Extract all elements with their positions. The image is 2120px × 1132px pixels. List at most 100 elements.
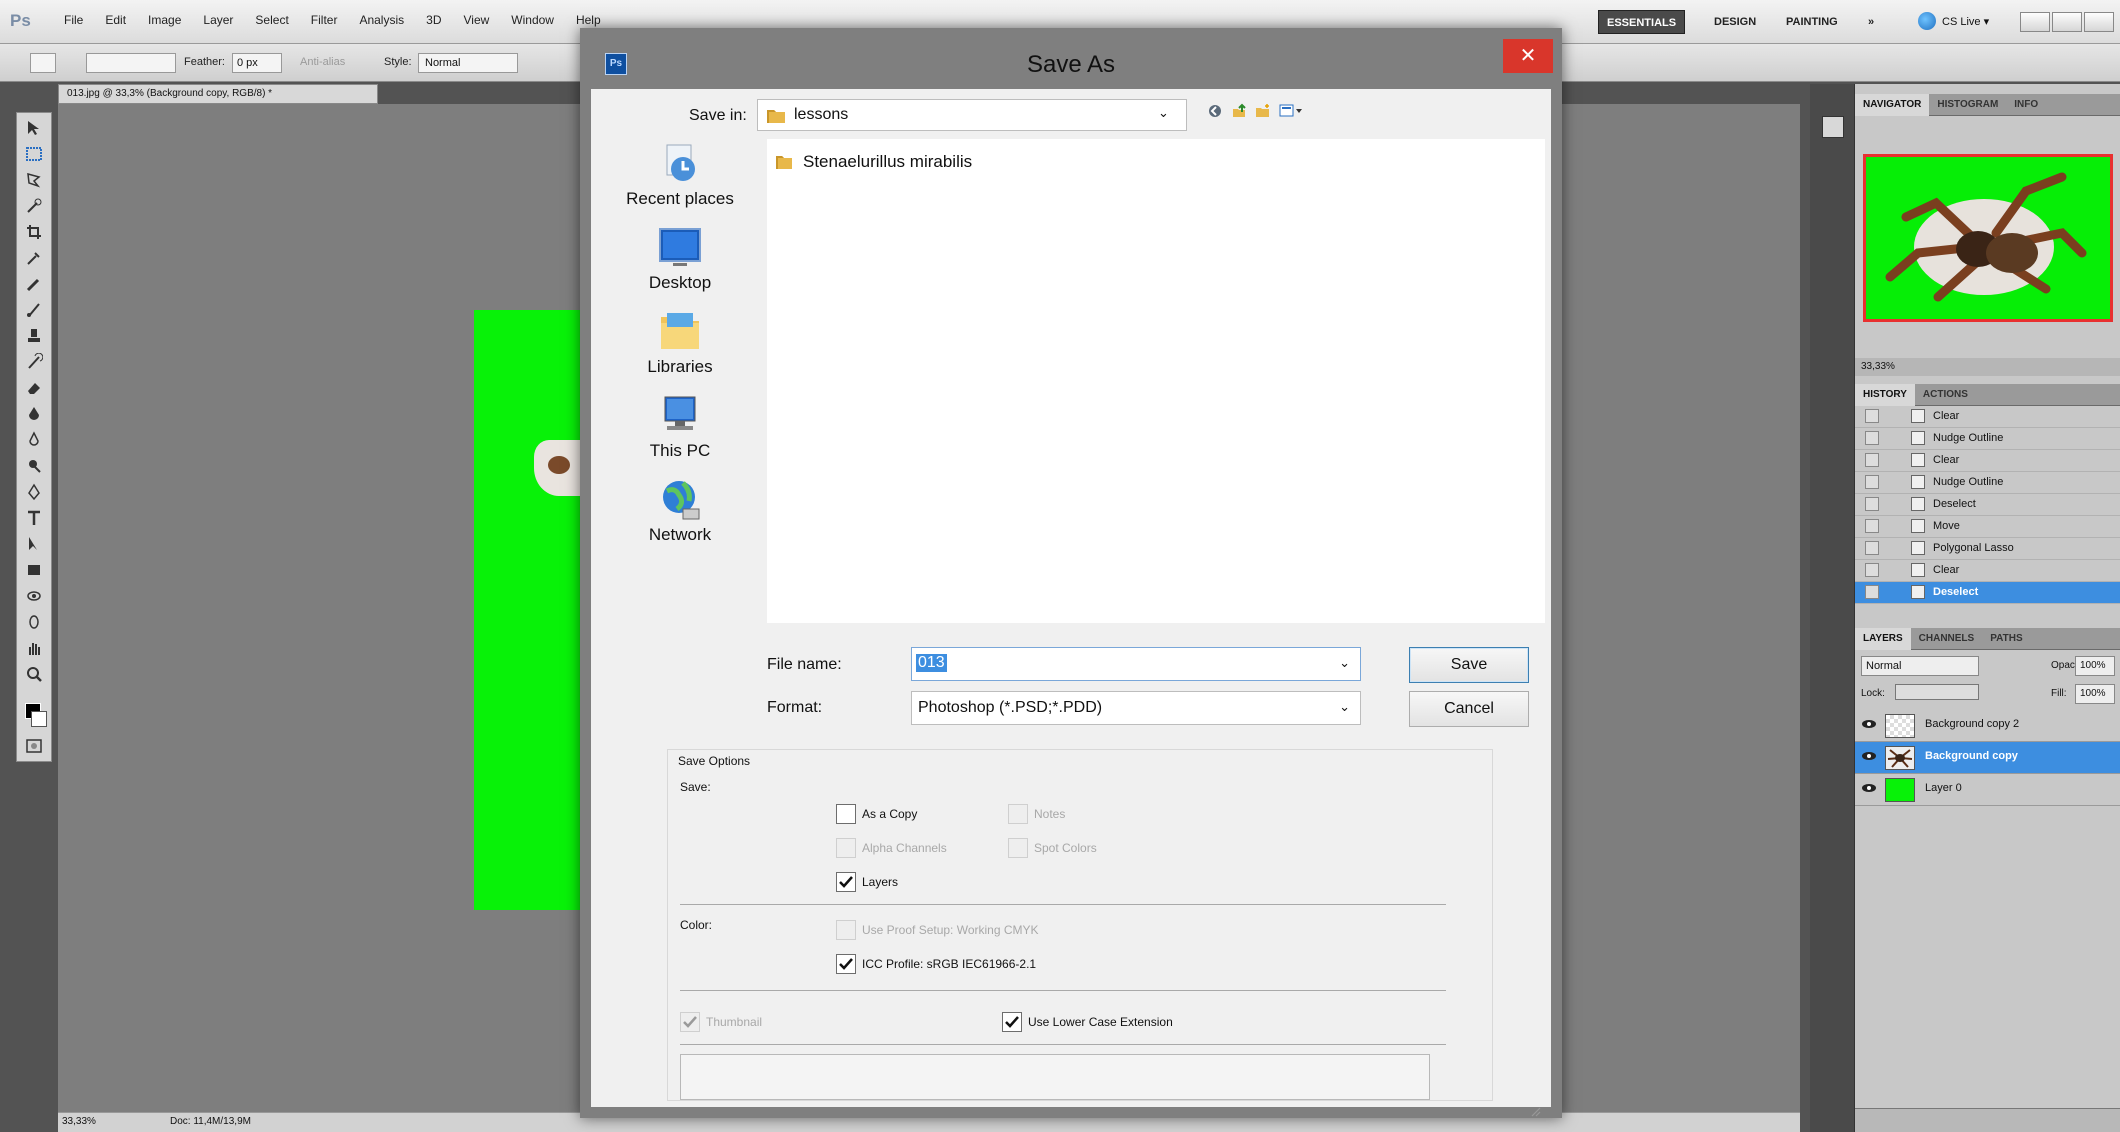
- blend-mode-select[interactable]: Normal: [1861, 656, 1979, 676]
- fill-input[interactable]: 100%: [2075, 684, 2115, 704]
- pen-tool-icon[interactable]: [25, 483, 43, 501]
- lasso-tool-icon[interactable]: [25, 171, 43, 189]
- tab-histogram[interactable]: HISTOGRAM: [1929, 94, 2006, 116]
- view-menu-icon[interactable]: [1279, 103, 1302, 119]
- hand-tool-icon[interactable]: [25, 639, 43, 657]
- layer-row-selected[interactable]: Background copy: [1855, 742, 2120, 774]
- place-this-pc[interactable]: This PC: [615, 393, 745, 461]
- quick-mask-icon[interactable]: [25, 737, 43, 755]
- layer-row[interactable]: Layer 0: [1855, 774, 2120, 806]
- tab-channels[interactable]: CHANNELS: [1911, 628, 1983, 650]
- checkbox-box[interactable]: [836, 804, 856, 824]
- healing-brush-tool-icon[interactable]: [25, 275, 43, 293]
- document-tab[interactable]: 013.jpg @ 33,3% (Background copy, RGB/8)…: [58, 84, 378, 104]
- up-folder-icon[interactable]: [1231, 103, 1247, 119]
- navigator-thumbnail[interactable]: [1863, 154, 2113, 322]
- 3d-orbit-tool-icon[interactable]: [25, 613, 43, 631]
- clone-stamp-tool-icon[interactable]: [25, 327, 43, 345]
- history-item[interactable]: Deselect: [1855, 494, 2120, 516]
- visibility-eye-icon[interactable]: [1861, 718, 1877, 730]
- shape-tool-icon[interactable]: [25, 561, 43, 579]
- history-item[interactable]: Clear: [1855, 406, 2120, 428]
- opacity-input[interactable]: 100%: [2075, 656, 2115, 676]
- place-libraries[interactable]: Libraries: [615, 309, 745, 377]
- brush-tool-icon[interactable]: [25, 301, 43, 319]
- workspace-painting-button[interactable]: PAINTING: [1778, 10, 1846, 34]
- resize-grip-icon[interactable]: [1529, 1105, 1541, 1117]
- chevron-down-icon[interactable]: ⌄: [1339, 656, 1350, 671]
- history-brush-tool-icon[interactable]: [25, 352, 44, 371]
- file-list[interactable]: Stenaelurillus mirabilis: [767, 139, 1545, 623]
- history-item[interactable]: Polygonal Lasso: [1855, 538, 2120, 560]
- selection-mode-buttons[interactable]: [86, 53, 176, 73]
- menu-edit[interactable]: Edit: [105, 13, 126, 27]
- navigator-zoom-value[interactable]: 33,33%: [1861, 361, 1895, 372]
- workspace-more-button[interactable]: »: [1860, 10, 1882, 34]
- marquee-tool-icon[interactable]: [25, 145, 43, 163]
- cs-live-button[interactable]: CS Live ▾: [1918, 8, 1989, 34]
- history-item[interactable]: Clear: [1855, 560, 2120, 582]
- tab-actions[interactable]: ACTIONS: [1915, 384, 1976, 406]
- menu-window[interactable]: Window: [511, 13, 554, 27]
- maximize-button[interactable]: [2052, 12, 2082, 32]
- place-recent-places[interactable]: Recent places: [615, 141, 745, 209]
- close-window-button[interactable]: [2084, 12, 2114, 32]
- 3d-rotate-tool-icon[interactable]: [25, 587, 43, 605]
- zoom-tool-icon[interactable]: [25, 665, 43, 683]
- checkbox-box[interactable]: [1002, 1012, 1022, 1032]
- workspace-essentials-button[interactable]: ESSENTIALS: [1598, 10, 1686, 34]
- save-in-select[interactable]: lessons ⌄: [757, 99, 1187, 131]
- menu-layer[interactable]: Layer: [203, 13, 233, 27]
- visibility-eye-icon[interactable]: [1861, 782, 1877, 794]
- new-folder-icon[interactable]: [1255, 103, 1271, 119]
- save-button[interactable]: Save: [1409, 647, 1529, 683]
- workspace-design-button[interactable]: DESIGN: [1706, 10, 1764, 34]
- dodge-tool-icon[interactable]: [25, 457, 43, 475]
- crop-tool-icon[interactable]: [25, 223, 43, 241]
- eyedropper-tool-icon[interactable]: [25, 249, 43, 267]
- history-item-selected[interactable]: Deselect: [1855, 582, 2120, 604]
- history-item[interactable]: Move: [1855, 516, 2120, 538]
- back-icon[interactable]: [1207, 103, 1223, 119]
- folder-item[interactable]: Stenaelurillus mirabilis: [775, 149, 972, 175]
- menu-image[interactable]: Image: [148, 13, 181, 27]
- tab-navigator[interactable]: NAVIGATOR: [1855, 94, 1930, 116]
- history-item[interactable]: Nudge Outline: [1855, 472, 2120, 494]
- dialog-close-button[interactable]: ✕: [1503, 39, 1553, 73]
- path-selection-tool-icon[interactable]: [25, 535, 43, 553]
- place-network[interactable]: Network: [615, 477, 745, 545]
- gradient-tool-icon[interactable]: [25, 405, 43, 423]
- collapsed-panel-button[interactable]: [1822, 116, 1844, 138]
- status-zoom-level[interactable]: 33,33%: [62, 1113, 96, 1131]
- checkbox-box[interactable]: [836, 872, 856, 892]
- file-name-input[interactable]: 013 ⌄: [911, 647, 1361, 681]
- tab-paths[interactable]: PATHS: [1982, 628, 2030, 650]
- tool-preset-picker[interactable]: [30, 53, 56, 73]
- icc-profile-checkbox[interactable]: ICC Profile: sRGB IEC61966-2.1: [836, 954, 1036, 974]
- type-tool-icon[interactable]: [25, 509, 43, 527]
- checkbox-box[interactable]: [836, 954, 856, 974]
- layer-row[interactable]: Background copy 2: [1855, 710, 2120, 742]
- background-color-swatch[interactable]: [31, 711, 47, 727]
- tab-info[interactable]: INFO: [2006, 94, 2046, 116]
- document-canvas[interactable]: [474, 310, 584, 910]
- visibility-eye-icon[interactable]: [1861, 750, 1877, 762]
- cancel-button[interactable]: Cancel: [1409, 691, 1529, 727]
- move-tool-icon[interactable]: [25, 119, 43, 137]
- blur-tool-icon[interactable]: [25, 431, 43, 449]
- menu-select[interactable]: Select: [255, 13, 288, 27]
- layers-checkbox[interactable]: Layers: [836, 872, 898, 892]
- tab-layers[interactable]: LAYERS: [1855, 628, 1911, 650]
- history-item[interactable]: Nudge Outline: [1855, 428, 2120, 450]
- history-item[interactable]: Clear: [1855, 450, 2120, 472]
- menu-file[interactable]: File: [64, 13, 83, 27]
- style-select[interactable]: Normal: [418, 53, 518, 73]
- lock-buttons[interactable]: [1895, 684, 1979, 700]
- menu-help[interactable]: Help: [576, 13, 601, 27]
- use-lower-case-extension-checkbox[interactable]: Use Lower Case Extension: [1002, 1012, 1173, 1032]
- format-select[interactable]: Photoshop (*.PSD;*.PDD) ⌄: [911, 691, 1361, 725]
- eraser-tool-icon[interactable]: [25, 379, 43, 397]
- place-desktop[interactable]: Desktop: [615, 225, 745, 293]
- menu-view[interactable]: View: [463, 13, 489, 27]
- menu-3d[interactable]: 3D: [426, 13, 441, 27]
